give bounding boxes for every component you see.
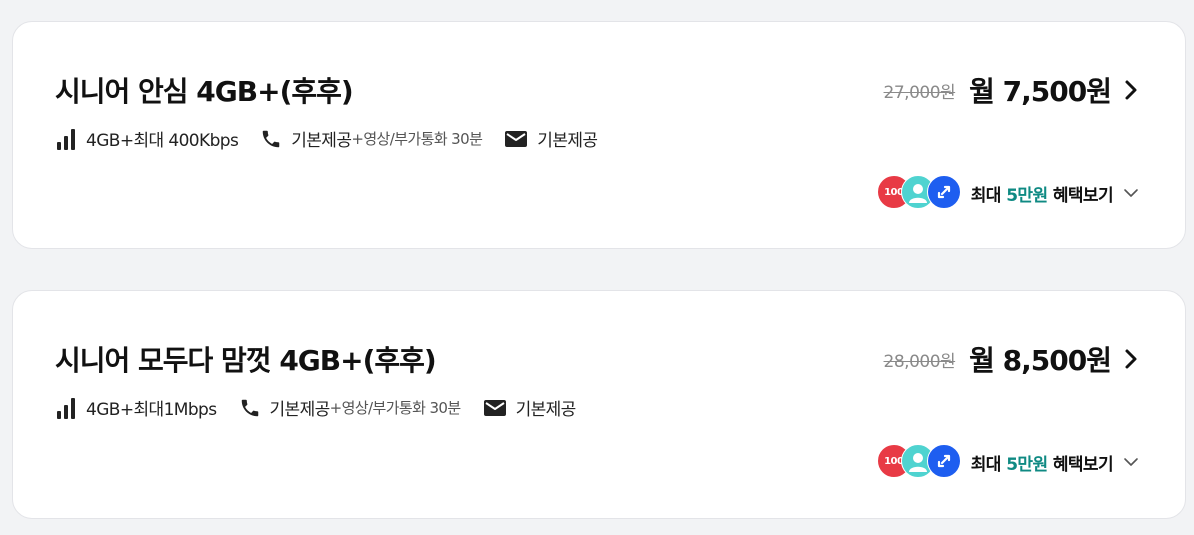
original-price: 28,000원 bbox=[883, 351, 956, 372]
chevron-down-icon[interactable] bbox=[1123, 188, 1139, 198]
chevron-right-icon[interactable] bbox=[1123, 79, 1139, 101]
benefit-badges: 100 bbox=[876, 175, 963, 211]
plan-specs: 4GB+최대 400Kbps 기본제공 +영상/부가통화 30분 기본제공 bbox=[55, 126, 619, 151]
signal-bars-icon bbox=[57, 128, 75, 150]
voice-spec: 기본제공 +영상/부가통화 30분 bbox=[260, 126, 483, 151]
plan-specs: 4GB+최대1Mbps 기본제공 +영상/부가통화 30분 기본제공 bbox=[55, 395, 598, 420]
benefit-suffix: 혜택보기 bbox=[1052, 185, 1114, 206]
voice-spec-extra: +영상/부가통화 30분 bbox=[329, 399, 461, 417]
price-link[interactable]: 27,000원 월 7,500원 bbox=[884, 70, 1139, 110]
monthly-price: 월 8,500원 bbox=[969, 344, 1112, 377]
plan-card[interactable]: 시니어 안심 4GB+(후후) 27,000원 월 7,500원 4GB+최대 … bbox=[12, 21, 1186, 249]
voice-spec-text: 기본제공 bbox=[291, 131, 352, 151]
benefit-badges: 100 bbox=[876, 444, 963, 480]
signal-bars-icon bbox=[57, 397, 75, 419]
exchange-arrows-icon bbox=[926, 175, 961, 209]
mail-icon bbox=[505, 130, 528, 147]
benefit-toggle[interactable]: 100 최대 5만원 혜택보기 bbox=[876, 444, 1139, 480]
monthly-price: 월 7,500원 bbox=[969, 75, 1112, 108]
sms-spec: 기본제공 bbox=[504, 126, 598, 151]
data-spec-text: 4GB+최대1Mbps bbox=[86, 400, 217, 420]
chevron-down-icon[interactable] bbox=[1123, 457, 1139, 467]
sms-spec-text: 기본제공 bbox=[515, 400, 577, 420]
exchange-arrows-icon bbox=[926, 444, 961, 478]
benefit-amount: 5만원 bbox=[1006, 185, 1048, 206]
voice-spec-text: 기본제공 bbox=[269, 400, 331, 420]
plan-title: 시니어 모두다 맘껏 4GB+(후후) bbox=[55, 344, 437, 377]
price-link[interactable]: 28,000원 월 8,500원 bbox=[884, 339, 1139, 379]
sms-spec-text: 기본제공 bbox=[537, 131, 598, 151]
plan-title: 시니어 안심 4GB+(후후) bbox=[55, 75, 354, 108]
benefit-toggle[interactable]: 100 최대 5만원 혜택보기 bbox=[876, 175, 1139, 211]
voice-spec-extra: +영상/부가통화 30분 bbox=[351, 130, 483, 148]
original-price: 27,000원 bbox=[883, 82, 956, 103]
data-spec: 4GB+최대 400Kbps bbox=[55, 126, 239, 151]
phone-icon bbox=[262, 130, 280, 147]
benefit-suffix: 혜택보기 bbox=[1052, 454, 1114, 475]
phone-icon bbox=[241, 399, 258, 416]
data-spec-text: 4GB+최대 400Kbps bbox=[86, 131, 239, 151]
benefit-prefix: 최대 bbox=[970, 454, 1002, 475]
plan-card[interactable]: 시니어 모두다 맘껏 4GB+(후후) 28,000원 월 8,500원 4GB… bbox=[12, 290, 1186, 519]
benefit-prefix: 최대 bbox=[970, 185, 1002, 206]
mail-icon bbox=[483, 399, 506, 416]
chevron-right-icon[interactable] bbox=[1123, 348, 1139, 370]
voice-spec: 기본제공 +영상/부가통화 30분 bbox=[239, 395, 461, 420]
sms-spec: 기본제공 bbox=[483, 395, 576, 420]
data-spec: 4GB+최대1Mbps bbox=[55, 395, 217, 420]
benefit-amount: 5만원 bbox=[1006, 454, 1048, 475]
